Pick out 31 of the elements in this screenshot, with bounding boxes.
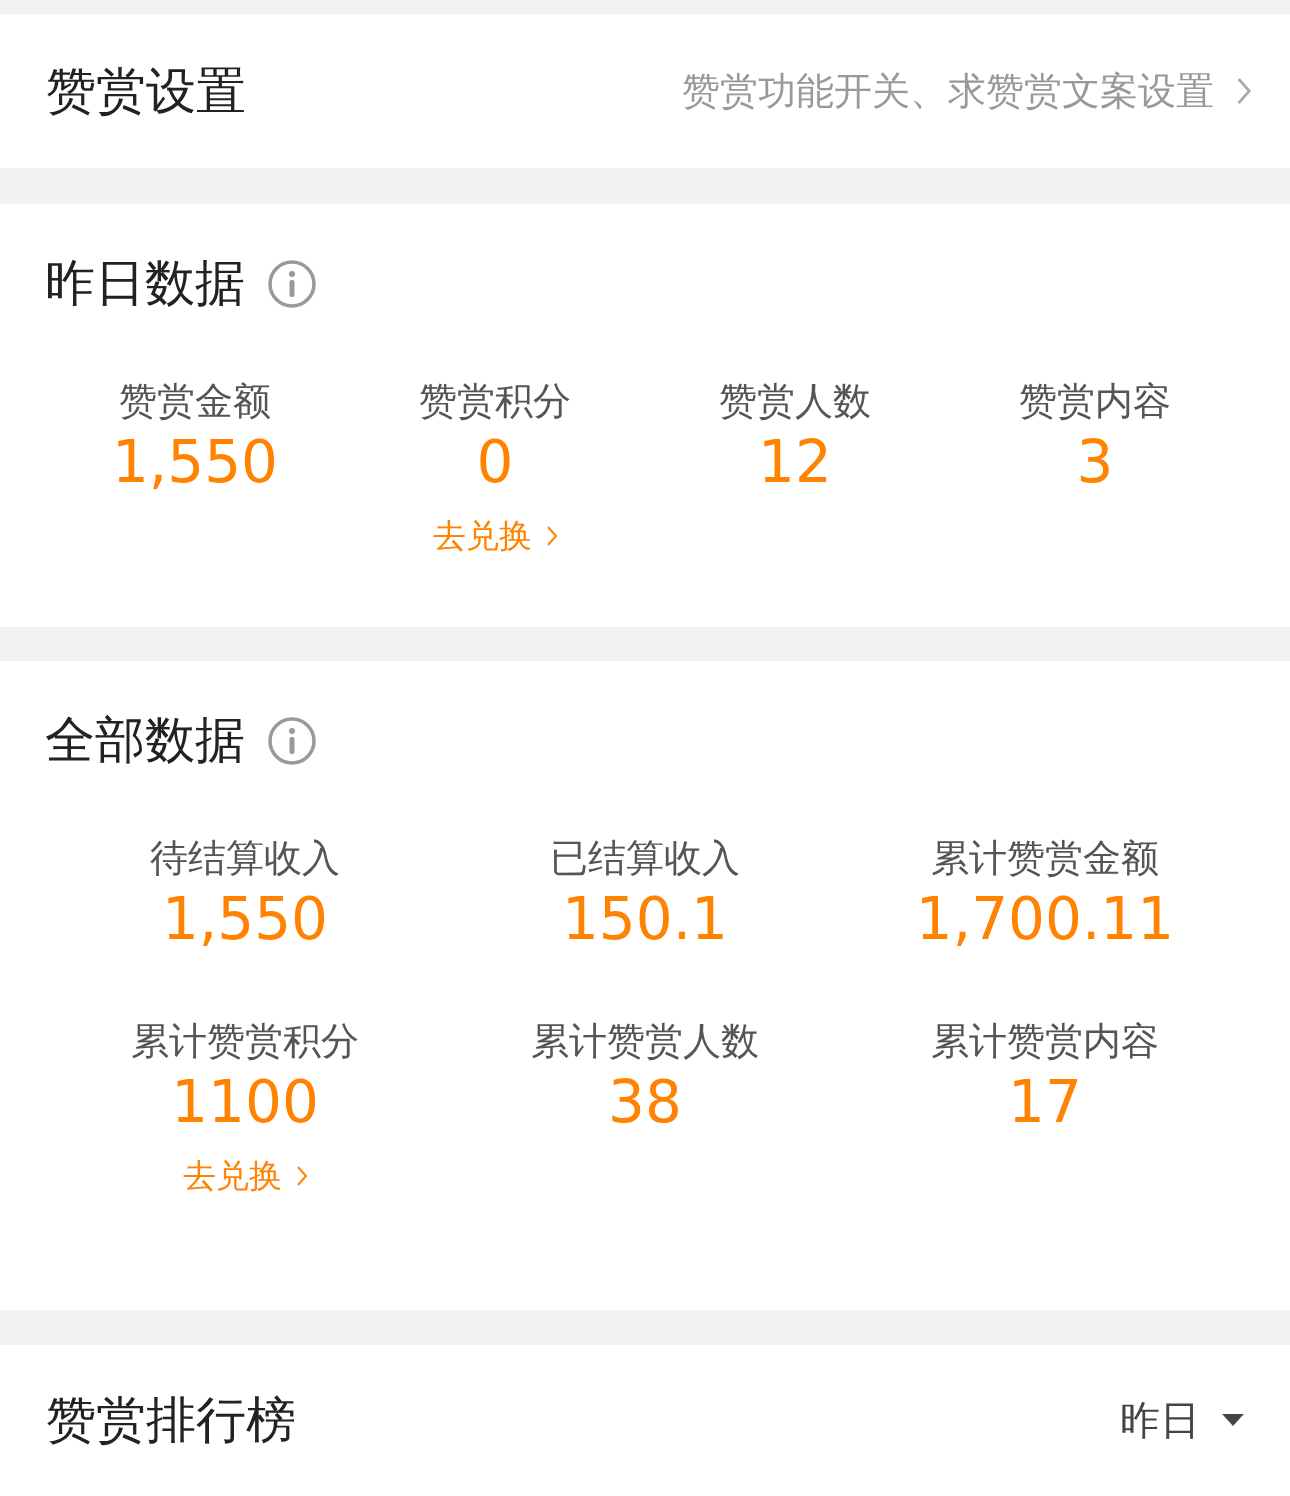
section-title: 赞赏设置: [46, 60, 246, 122]
stat-value: 1100: [171, 1066, 319, 1138]
section-title: 昨日数据: [45, 253, 245, 314]
chevron-right-icon: [1236, 75, 1252, 107]
stat-value: 12: [758, 426, 832, 498]
stat-value: 1,550: [161, 883, 328, 955]
period-dropdown[interactable]: 昨日: [1120, 1393, 1244, 1448]
stat-label: 已结算收入: [550, 836, 740, 882]
settings-row[interactable]: 赞赏设置 赞赏功能开关、求赞赏文案设置: [0, 14, 1290, 168]
stat-value: 17: [1008, 1066, 1082, 1138]
settings-description: 赞赏功能开关、求赞赏文案设置: [682, 67, 1214, 115]
stat-label: 累计赞赏内容: [931, 1019, 1159, 1065]
section-title: 全部数据: [45, 710, 245, 771]
stat-label: 累计赞赏积分: [131, 1019, 359, 1065]
dropdown-arrow-icon: [1222, 1414, 1244, 1427]
stat-value: 150.1: [561, 883, 728, 955]
stat-value: 3: [1076, 426, 1114, 498]
section-title: 赞赏排行榜: [46, 1390, 296, 1451]
stat-value: 1,700.11: [915, 883, 1175, 955]
stat-value: 0: [476, 426, 514, 498]
stat-label: 累计赞赏人数: [531, 1019, 759, 1065]
stat-label: 赞赏金额: [119, 379, 271, 425]
stat-label: 待结算收入: [150, 836, 340, 882]
stat-label: 累计赞赏金额: [931, 836, 1159, 882]
stat-label: 赞赏人数: [719, 379, 871, 425]
stat-value: 38: [608, 1066, 682, 1138]
info-icon[interactable]: [267, 715, 317, 766]
info-icon[interactable]: [267, 258, 317, 309]
stat-label: 赞赏积分: [419, 379, 571, 425]
stat-value: 1,550: [111, 426, 278, 498]
stat-label: 赞赏内容: [1019, 379, 1171, 425]
